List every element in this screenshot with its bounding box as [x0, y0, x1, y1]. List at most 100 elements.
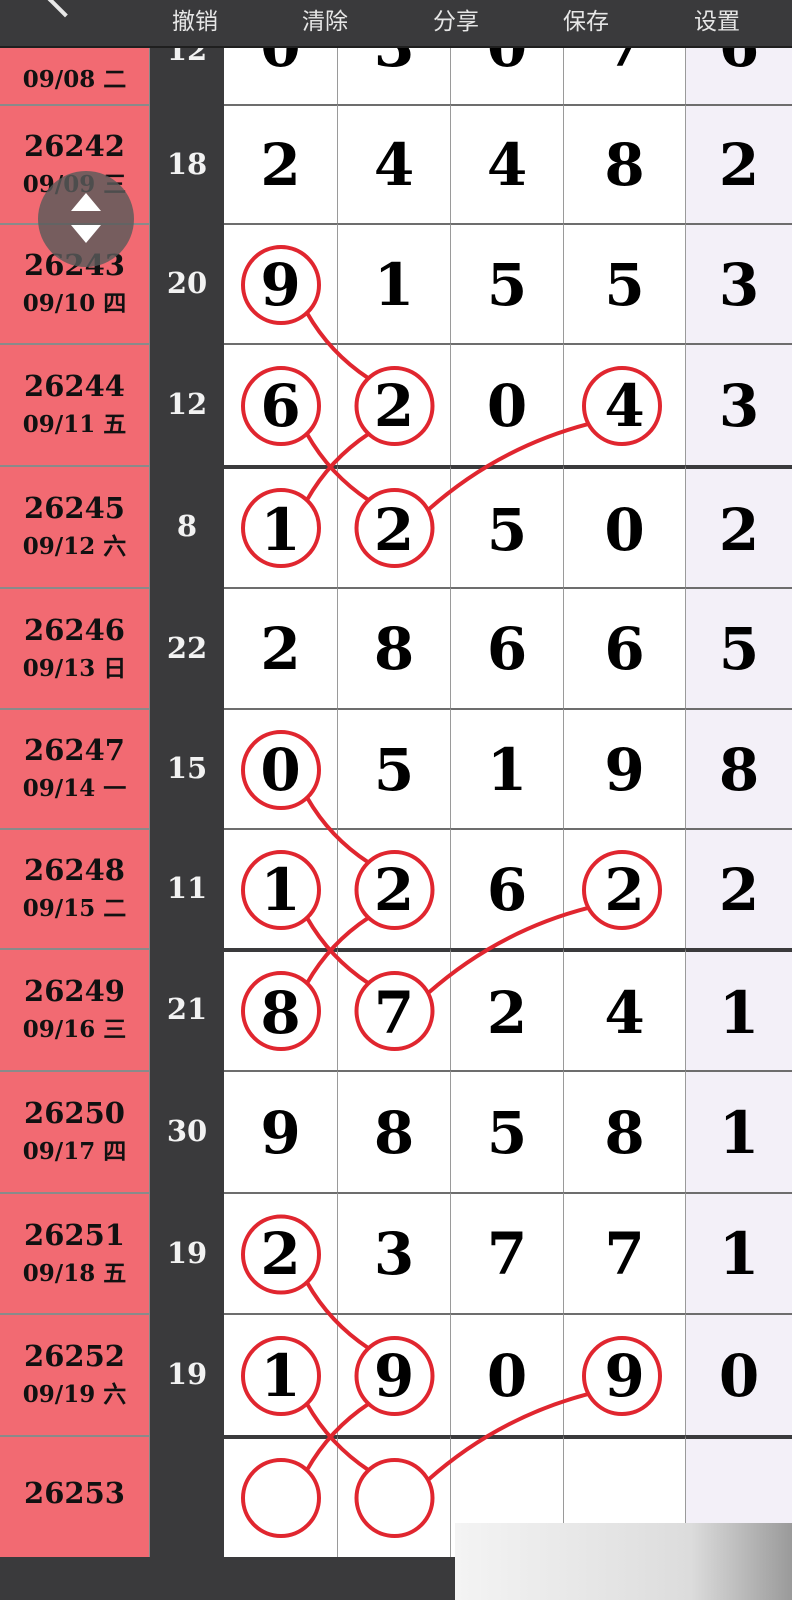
digit-cell[interactable]: 2	[224, 1192, 338, 1313]
digit-cell[interactable]: 8	[338, 587, 451, 708]
scroll-handle[interactable]	[38, 171, 134, 267]
clear-button[interactable]: 清除	[302, 2, 348, 36]
issue-cell: 26248 09/15 二	[0, 828, 150, 948]
digit-cell[interactable]: 8	[224, 948, 338, 1070]
chevron-left-icon[interactable]	[46, 0, 84, 18]
digit-cell[interactable]: 2	[338, 828, 451, 948]
settings-button[interactable]: 设置	[694, 2, 740, 36]
digit-cell[interactable]: 9	[224, 1070, 338, 1192]
issue-number: 26242	[24, 128, 125, 163]
issue-cell: 26250 09/17 四	[0, 1070, 150, 1192]
draw-date: 09/19 六	[22, 1381, 127, 1408]
last-digit-cell[interactable]: 3	[686, 343, 792, 465]
digit-cell[interactable]: 2	[224, 104, 338, 223]
digit-cell[interactable]: 6	[224, 343, 338, 465]
digit-cell[interactable]: 8	[564, 1070, 686, 1192]
last-digit-cell[interactable]: 8	[686, 708, 792, 828]
last-digit-cell[interactable]: 5	[686, 587, 792, 708]
arrow-down-icon	[71, 225, 101, 243]
digit-cell[interactable]: 8	[338, 1070, 451, 1192]
digit-cell[interactable]: 0	[451, 343, 564, 465]
sum-value: 20	[166, 266, 208, 300]
issue-number: 26253	[24, 1476, 125, 1510]
digit-cell[interactable]: 0	[564, 465, 686, 587]
last-digit-cell[interactable]: 2	[686, 104, 792, 223]
digit-cell[interactable]: 9	[564, 708, 686, 828]
draw-date: 09/08 二	[22, 66, 127, 93]
digit-cell[interactable]: 2	[338, 465, 451, 587]
digit-cell[interactable]: 5	[451, 465, 564, 587]
digit-cell[interactable]: 1	[451, 708, 564, 828]
digit-cell[interactable]: 7	[564, 1192, 686, 1313]
last-digit-cell[interactable]: 1	[686, 1192, 792, 1313]
digit-cell[interactable]: 4	[564, 948, 686, 1070]
sum-value: 30	[166, 1114, 208, 1148]
issue-number: 26247	[24, 733, 125, 767]
issue-cell: 26246 09/13 日	[0, 587, 150, 708]
digit-cell[interactable]: 6	[564, 587, 686, 708]
last-digit-cell[interactable]: 1	[686, 948, 792, 1070]
digit-cell[interactable]: 9	[338, 1313, 451, 1435]
digit-cell[interactable]: 2	[338, 343, 451, 465]
digit-cell[interactable]: 1	[338, 223, 451, 343]
issue-cell: 26251 09/18 五	[0, 1192, 150, 1313]
sum-value: 15	[166, 751, 208, 785]
arrow-up-icon	[71, 193, 101, 211]
digit-cell[interactable]: 0	[451, 1313, 564, 1435]
digit-cell[interactable]: 4	[564, 343, 686, 465]
draw-date: 09/14 一	[22, 775, 127, 802]
last-digit-cell[interactable]: 2	[686, 828, 792, 948]
draw-date: 09/17 四	[22, 1138, 127, 1165]
share-button[interactable]: 分享	[433, 2, 479, 36]
sum-value: 12	[166, 387, 208, 421]
issue-number: 26248	[24, 853, 125, 887]
sum-value: 11	[166, 871, 208, 905]
digit-cell[interactable]: 5	[451, 223, 564, 343]
digit-cell[interactable]: 0	[224, 708, 338, 828]
digit-cell[interactable]: 2	[451, 948, 564, 1070]
digit-cell[interactable]	[224, 1435, 338, 1557]
digit-cell[interactable]: 9	[224, 223, 338, 343]
issue-number: 26246	[24, 612, 125, 647]
digit-cell[interactable]: 6	[451, 587, 564, 708]
digit-cell[interactable]: 1	[224, 465, 338, 587]
issue-cell: 26244 09/11 五	[0, 343, 150, 465]
digit-cell[interactable]: 9	[564, 1313, 686, 1435]
last-digit-cell[interactable]: 0	[686, 1313, 792, 1435]
draw-date: 09/13 日	[22, 654, 127, 682]
digit-cell[interactable]: 7	[451, 1192, 564, 1313]
save-button[interactable]: 保存	[563, 2, 609, 36]
digit-cell[interactable]: 4	[338, 104, 451, 223]
digit-cell[interactable]: 3	[338, 1192, 451, 1313]
digit-cell[interactable]: 1	[224, 1313, 338, 1435]
digit-cell[interactable]: 2	[224, 587, 338, 708]
digit-cell[interactable]: 5	[564, 223, 686, 343]
digit-cell[interactable]: 8	[564, 104, 686, 223]
sum-value	[150, 1476, 224, 1516]
last-digit-cell[interactable]: 2	[686, 465, 792, 587]
digit-cell[interactable]	[338, 1435, 451, 1557]
draw-date: 09/11 五	[22, 411, 127, 438]
issue-number: 26251	[24, 1217, 125, 1252]
digit-cell[interactable]: 6	[451, 828, 564, 948]
toolbar: 撤销 清除 分享 保存 设置	[0, 0, 792, 48]
issue-cell: 26253	[0, 1435, 150, 1557]
issue-cell: 26247 09/14 一	[0, 708, 150, 828]
digit-cell[interactable]: 4	[451, 104, 564, 223]
digit-cell[interactable]: 7	[338, 948, 451, 1070]
bottom-fade	[455, 1523, 792, 1600]
last-digit-cell[interactable]: 3	[686, 223, 792, 343]
sum-value: 18	[166, 146, 208, 181]
draw-date: 09/10 四	[22, 290, 127, 317]
undo-button[interactable]: 撤销	[172, 2, 218, 36]
issue-number: 26252	[24, 1339, 125, 1373]
draw-date: 09/12 六	[22, 533, 127, 560]
digit-cell[interactable]: 5	[451, 1070, 564, 1192]
digit-cell[interactable]: 5	[338, 708, 451, 828]
issue-number: 26245	[24, 491, 125, 525]
digit-cell[interactable]: 2	[564, 828, 686, 948]
digit-cell[interactable]: 1	[224, 828, 338, 948]
sum-value: 8	[176, 509, 198, 543]
issue-cell: 26245 09/12 六	[0, 465, 150, 587]
last-digit-cell[interactable]: 1	[686, 1070, 792, 1192]
